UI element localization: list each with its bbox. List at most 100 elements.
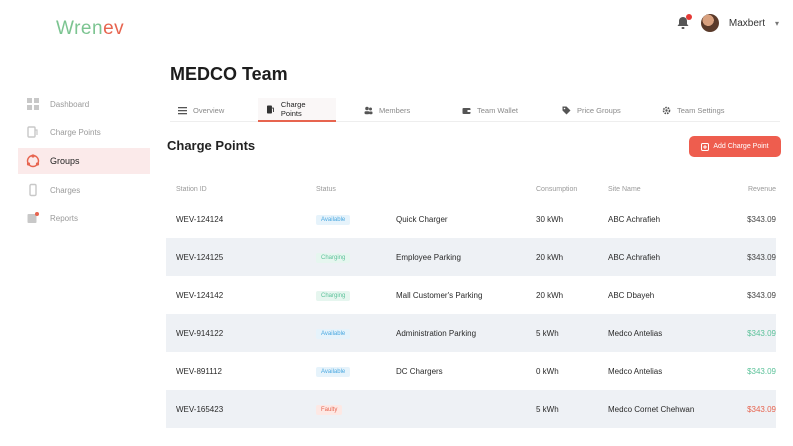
sidebar-item-label: Charges	[50, 185, 81, 195]
cell-station-id: WEV-891112	[176, 366, 222, 376]
table-row[interactable]: WEV-165423 Faulty 5 kWh Medco Cornet Chehwa…	[166, 390, 776, 428]
cell-status: Available	[316, 328, 396, 339]
tab-members[interactable]: Members	[336, 98, 440, 122]
tab-team-wallet[interactable]: Team Wallet	[440, 98, 540, 122]
status-badge: Available	[316, 328, 351, 339]
table-row[interactable]: WEV-891112 Available DC Chargers 0 kWh Medco…	[166, 352, 776, 390]
header-status[interactable]: Status	[316, 186, 396, 193]
cell-name: Quick Charger	[396, 214, 448, 224]
sidebar-item-label: Dashboard	[50, 99, 90, 109]
tag-icon	[562, 106, 571, 114]
cell-site-name: ABC Achrafieh	[608, 214, 661, 224]
tab-label: Team Settings	[677, 105, 725, 115]
cell-consumption: 0 kWh	[536, 366, 559, 376]
table-row[interactable]: WEV-124125 Charging Employee Parking 20 kWh…	[166, 238, 776, 276]
cell-station-id: WEV-124125	[176, 252, 224, 262]
table-row[interactable]: WEV-914122 Available Administration Parkin…	[166, 314, 776, 352]
cell-status: Available	[316, 214, 396, 225]
cell-consumption: 20 kWh	[536, 290, 564, 300]
cell-site-name: Medco Cornet Chehwan	[608, 404, 695, 414]
cell-site-name: ABC Achrafieh	[608, 252, 661, 262]
cell-station-id: WEV-124124	[176, 214, 224, 224]
tab-overview[interactable]: Overview	[170, 98, 258, 122]
cell-revenue: $343.09	[747, 214, 776, 224]
cell-consumption: 5 kWh	[536, 404, 559, 414]
status-badge: Charging	[316, 252, 351, 263]
cell-site-name: ABC Dbayeh	[608, 290, 655, 300]
members-icon	[364, 106, 373, 114]
sidebar-item-dashboard[interactable]: Dashboard	[18, 92, 150, 116]
reports-icon	[26, 211, 40, 225]
cell-site-name: Medco Antelias	[608, 366, 663, 376]
header-station-id[interactable]: Station ID	[166, 186, 316, 193]
table-row[interactable]: WEV-124142 Charging Mall Customer's Parkin…	[166, 276, 776, 314]
sidebar-item-reports[interactable]: Reports	[18, 206, 150, 230]
logo-text-accent: ev	[103, 18, 125, 39]
header-consumption[interactable]: Consumption	[536, 186, 608, 193]
status-badge: Faulty	[316, 404, 343, 415]
cell-status: Charging	[316, 252, 396, 263]
tab-label: Overview	[193, 105, 225, 115]
cell-name: Administration Parking	[396, 328, 477, 338]
sidebar-item-label: Charge Points	[50, 127, 101, 137]
tab-label: Members	[379, 105, 411, 115]
cell-name: Employee Parking	[396, 252, 461, 262]
plus-square-icon	[701, 142, 710, 151]
cell-revenue: $343.09	[747, 328, 776, 338]
sidebar-item-groups[interactable]: Groups	[18, 148, 150, 174]
tab-price-groups[interactable]: Price Groups	[540, 98, 644, 122]
charge-point-icon	[26, 125, 40, 139]
status-badge: Available	[316, 214, 351, 225]
tab-label: Team Wallet	[477, 105, 518, 115]
wrenev-logo[interactable]: Wrenev	[56, 18, 124, 40]
cell-station-id: WEV-124142	[176, 290, 224, 300]
user-name[interactable]: Maxbert	[729, 18, 765, 29]
tab-charge-points[interactable]: Charge Points	[258, 98, 336, 122]
user-area: Maxbert ▾	[675, 14, 779, 32]
cell-status: Faulty	[316, 404, 396, 415]
cell-name: DC Chargers	[396, 366, 443, 376]
cell-status: Available	[316, 366, 396, 377]
page-title: MEDCO Team	[170, 64, 288, 84]
cell-station-id: WEV-914122	[176, 328, 224, 338]
charge-points-table: Station ID Status Consumption Site Name …	[166, 178, 776, 428]
avatar[interactable]	[700, 14, 719, 32]
chevron-down-icon[interactable]: ▾	[775, 19, 779, 28]
gear-icon	[662, 106, 671, 114]
list-icon	[178, 106, 187, 114]
notification-dot	[685, 14, 692, 20]
header-revenue[interactable]: Revenue	[728, 186, 776, 193]
sidebar-item-charges[interactable]: Charges	[18, 178, 150, 202]
cell-revenue: $343.09	[747, 366, 776, 376]
tab-label: Charge Points	[280, 100, 306, 118]
cell-status: Charging	[316, 290, 396, 301]
tab-bar: Overview Charge Points Members Team Wall…	[170, 98, 780, 122]
tab-label: Price Groups	[577, 105, 621, 115]
table-row[interactable]: WEV-124124 Available Quick Charger 30 kWh AB…	[166, 200, 776, 238]
sidebar: Dashboard Charge Points Groups Charges R…	[18, 92, 150, 234]
table-header: Station ID Status Consumption Site Name …	[166, 178, 776, 200]
wallet-icon	[462, 107, 471, 114]
sidebar-item-label: Groups	[50, 156, 80, 166]
logo-text-main: Wren	[56, 18, 104, 39]
add-button-label: Add Charge Point	[713, 143, 769, 150]
section-title: Charge Points	[167, 138, 256, 153]
cell-consumption: 30 kWh	[536, 214, 564, 224]
app-window: Wrenev Maxbert ▾ Dashboard Charge Points…	[0, 0, 793, 446]
status-badge: Charging	[316, 290, 351, 301]
table-body: WEV-124124 Available Quick Charger 30 kWh AB…	[166, 200, 776, 428]
header-site-name[interactable]: Site Name	[608, 186, 728, 193]
cell-consumption: 5 kWh	[536, 328, 559, 338]
add-charge-point-button[interactable]: Add Charge Point	[689, 136, 781, 157]
dashboard-icon	[26, 97, 40, 111]
cell-consumption: 20 kWh	[536, 252, 564, 262]
cell-revenue: $343.09	[747, 290, 776, 300]
notification-bell-icon[interactable]	[675, 14, 692, 31]
status-badge: Available	[316, 366, 351, 377]
tab-team-settings[interactable]: Team Settings	[644, 98, 744, 122]
cell-name: Mall Customer's Parking	[396, 290, 483, 300]
charge-point-icon	[266, 105, 274, 113]
cell-site-name: Medco Antelias	[608, 328, 663, 338]
cell-revenue: $343.09	[747, 404, 776, 414]
sidebar-item-charge-points[interactable]: Charge Points	[18, 120, 150, 144]
